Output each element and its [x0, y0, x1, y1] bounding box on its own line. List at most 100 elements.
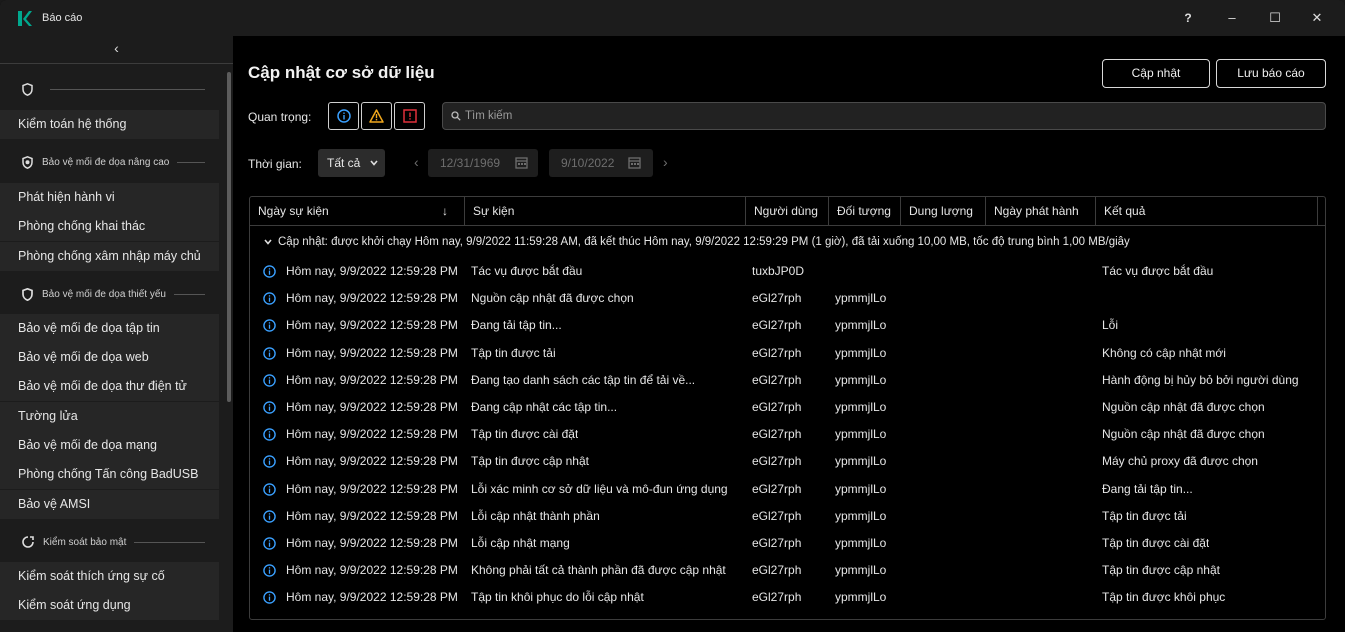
cell-result: Tập tin được khôi phục	[1102, 590, 1226, 605]
cell-result: Tập tin được cập nhật	[1102, 563, 1220, 578]
filter-warning-button[interactable]	[361, 102, 392, 130]
sidebar-item-host-intrusion[interactable]: Phòng chống xâm nhập máy chủ	[0, 242, 219, 271]
info-icon	[263, 455, 276, 469]
sidebar-group-label: Bảo vệ mối đe dọa thiết yếu	[42, 288, 166, 300]
page-title: Cập nhật cơ sở dữ liệu	[248, 63, 435, 82]
sidebar-group-label: Kiểm soát bảo mật	[43, 536, 127, 548]
table-row[interactable]: Hôm nay, 9/9/2022 12:59:28 PM Lỗi cập nhậ…	[250, 530, 1325, 557]
table-row[interactable]: Hôm nay, 9/9/2022 12:59:28 PM Tập tin đượ…	[250, 421, 1325, 448]
cell-event: Không phải tất cả thành phần đã được cập…	[471, 563, 726, 578]
cell-result: Tập tin được tải	[1102, 508, 1187, 523]
cell-event-date: Hôm nay, 9/9/2022 12:59:28 PM	[286, 454, 458, 469]
search-input[interactable]: Tìm kiếm	[442, 102, 1326, 130]
cell-event-date: Hôm nay, 9/9/2022 12:59:28 PM	[286, 291, 458, 306]
sidebar-item-exploit-prevention[interactable]: Phòng chống khai thác	[0, 212, 219, 241]
info-icon	[263, 374, 276, 387]
cell-result: Lỗi	[1102, 318, 1119, 333]
date-to-field[interactable]: 9/10/2022	[549, 149, 653, 177]
warning-icon	[369, 109, 384, 123]
cell-result: Tác vụ được bắt đầu	[1102, 264, 1214, 278]
app-window: Báo cáo ? – ☐ ✕ ‹ Kiểm toán hệ thống Bảo…	[0, 0, 1345, 632]
column-header-object[interactable]: Đối tượng	[829, 197, 901, 226]
table-row[interactable]: Hôm nay, 9/9/2022 12:59:28 PM Tập tin đượ…	[250, 448, 1325, 475]
save-report-button[interactable]: Lưu báo cáo	[1216, 59, 1326, 88]
kaspersky-logo	[18, 11, 32, 26]
close-button[interactable]: ✕	[1307, 9, 1327, 27]
help-button[interactable]: ?	[1178, 9, 1198, 27]
shield-icon	[22, 82, 33, 96]
column-header-release-date[interactable]: Ngày phát hành	[986, 197, 1096, 226]
column-header-result[interactable]: Kết quả	[1096, 197, 1318, 226]
cell-user: eGl27rph	[752, 427, 802, 442]
cell-event-date: Hôm nay, 9/9/2022 12:59:28 PM	[286, 590, 458, 605]
sidebar-item-badusb[interactable]: Phòng chống Tấn công BadUSB	[0, 460, 219, 489]
column-header-event-date[interactable]: Ngày sự kiện ↓	[250, 197, 465, 226]
cell-event: Tập tin được tải	[471, 345, 556, 360]
filter-info-button[interactable]	[328, 102, 359, 130]
sidebar-item-firewall[interactable]: Tường lửa	[0, 402, 219, 431]
table-row[interactable]: Hôm nay, 9/9/2022 12:59:28 PM Tác vụ được…	[250, 258, 1325, 285]
sidebar-item-amsi[interactable]: Bảo vệ AMSI	[0, 490, 219, 519]
cell-event: Lỗi cập nhật thành phần	[471, 508, 600, 523]
sidebar-item-system-audit[interactable]: Kiểm toán hệ thống	[0, 110, 219, 139]
time-range-select[interactable]: Tất cả	[318, 149, 385, 177]
table-row[interactable]: Hôm nay, 9/9/2022 12:59:28 PM Lỗi xác min…	[250, 476, 1325, 503]
cell-object: ypmmjlLo	[835, 372, 887, 387]
cell-user: eGl27rph	[752, 318, 802, 333]
filter-critical-button[interactable]	[394, 102, 425, 130]
table-group-row[interactable]: Cập nhật: được khởi chạy Hôm nay, 9/9/20…	[250, 231, 1325, 253]
table-row[interactable]: Hôm nay, 9/9/2022 12:59:28 PM Nguồn cập n…	[250, 285, 1325, 312]
calendar-icon	[515, 157, 528, 169]
cell-object: ypmmjlLo	[835, 454, 887, 469]
info-icon	[263, 537, 276, 550]
sidebar-item-app-control[interactable]: Kiểm soát ứng dụng	[0, 591, 219, 620]
sidebar-scrollbar[interactable]	[227, 72, 231, 402]
cell-user: eGl27rph	[752, 454, 802, 469]
info-icon	[263, 428, 276, 441]
sidebar-item-behavior-detection[interactable]: Phát hiện hành vi	[0, 183, 219, 212]
sort-desc-icon: ↓	[442, 204, 448, 218]
collapse-sidebar-button[interactable]: ‹	[0, 36, 233, 64]
table-row[interactable]: Hôm nay, 9/9/2022 12:59:28 PM Tập tin khô…	[250, 584, 1325, 611]
table-header: Ngày sự kiện ↓ Sự kiện Người dùng Đối tư…	[250, 197, 1325, 226]
sidebar-group-monitoring[interactable]	[0, 73, 225, 105]
shield-outline-icon	[22, 287, 33, 301]
next-period-button[interactable]: ›	[663, 154, 668, 170]
column-header-user[interactable]: Người dùng	[746, 197, 829, 226]
sidebar-group-security-controls[interactable]: Kiểm soát bảo mật	[0, 526, 225, 558]
table-row[interactable]: Hôm nay, 9/9/2022 12:59:28 PM Tập tin đượ…	[250, 340, 1325, 367]
table-row[interactable]: Hôm nay, 9/9/2022 12:59:28 PM Đang cập nh…	[250, 394, 1325, 421]
events-table: Ngày sự kiện ↓ Sự kiện Người dùng Đối tư…	[249, 196, 1326, 620]
cell-event-date: Hôm nay, 9/9/2022 12:59:28 PM	[286, 345, 458, 360]
column-header-label: Ngày sự kiện	[258, 204, 329, 218]
table-row[interactable]: Hôm nay, 9/9/2022 12:59:28 PM Không phải …	[250, 557, 1325, 584]
column-header-size[interactable]: Dung lượng	[901, 197, 986, 226]
maximize-button[interactable]: ☐	[1265, 9, 1285, 27]
table-row[interactable]: Hôm nay, 9/9/2022 12:59:28 PM Đang tải tậ…	[250, 312, 1325, 339]
sidebar-item-mail-threat[interactable]: Bảo vệ mối đe dọa thư điện tử	[0, 372, 219, 401]
cell-event: Tập tin được cập nhật	[471, 454, 589, 469]
search-icon	[451, 111, 461, 121]
sidebar-item-web-threat[interactable]: Bảo vệ mối đe dọa web	[0, 343, 219, 372]
cell-object: ypmmjlLo	[835, 427, 887, 442]
sidebar-group-label: Bảo vệ mối đe dọa nâng cao	[42, 156, 170, 168]
minimize-button[interactable]: –	[1222, 9, 1242, 27]
sidebar-group-essential-threat[interactable]: Bảo vệ mối đe dọa thiết yếu	[0, 278, 225, 310]
column-header-event[interactable]: Sự kiện	[465, 197, 746, 226]
sidebar-group-advanced-threat[interactable]: Bảo vệ mối đe dọa nâng cao	[0, 146, 225, 178]
security-control-icon	[22, 536, 34, 548]
update-button[interactable]: Cập nhật	[1102, 59, 1210, 88]
cell-user: eGl27rph	[752, 508, 802, 523]
table-row[interactable]: Hôm nay, 9/9/2022 12:59:28 PM Lỗi cập nhậ…	[250, 503, 1325, 530]
table-row[interactable]: Hôm nay, 9/9/2022 12:59:28 PM Đang tạo da…	[250, 367, 1325, 394]
cell-event-date: Hôm nay, 9/9/2022 12:59:28 PM	[286, 481, 458, 496]
info-icon	[263, 346, 276, 360]
divider	[177, 161, 205, 163]
date-from-field[interactable]: 12/31/1969	[428, 149, 538, 177]
sidebar-item-adaptive-control[interactable]: Kiểm soát thích ứng sự cố	[0, 562, 219, 591]
sidebar-item-file-threat[interactable]: Bảo vệ mối đe dọa tập tin	[0, 314, 219, 343]
sidebar-item-network-threat[interactable]: Bảo vệ mối đe dọa mạng	[0, 431, 219, 460]
prev-period-button[interactable]: ‹	[414, 154, 419, 170]
info-icon	[263, 510, 276, 523]
cell-event-date: Hôm nay, 9/9/2022 12:59:28 PM	[286, 318, 458, 333]
